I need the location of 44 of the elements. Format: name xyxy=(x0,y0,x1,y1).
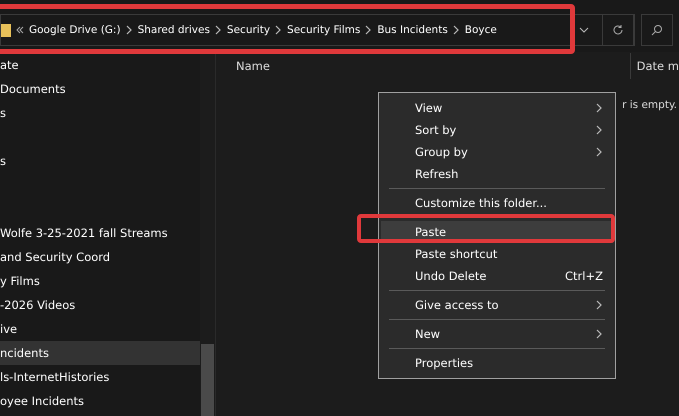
breadcrumb-item[interactable]: Security Films xyxy=(287,24,360,36)
column-header[interactable]: Name xyxy=(236,59,270,73)
menu-item[interactable]: Properties xyxy=(381,352,613,374)
breadcrumb-item[interactable]: Boyce xyxy=(464,24,497,36)
breadcrumb-chevron-icon xyxy=(452,25,460,35)
empty-folder-message: r is empty. xyxy=(622,99,677,111)
search-icon xyxy=(651,24,663,36)
menu-item[interactable]: Group by xyxy=(381,141,613,163)
search-button[interactable] xyxy=(641,14,673,46)
breadcrumb-item[interactable]: Shared drives xyxy=(138,24,210,36)
breadcrumb-chevron-icon xyxy=(214,25,222,35)
overflow-chevrons-icon xyxy=(16,26,24,34)
sidebar-item[interactable]: Wolfe 3-25-2021 fall Streams xyxy=(0,221,200,245)
sidebar-item[interactable]: s xyxy=(0,101,200,125)
breadcrumb-chevron-icon xyxy=(365,25,372,35)
sidebar-item[interactable]: ate xyxy=(0,53,200,77)
refresh-button[interactable] xyxy=(602,14,634,46)
menu-item[interactable]: Paste shortcut xyxy=(381,243,613,265)
folder-icon xyxy=(1,22,11,38)
refresh-icon xyxy=(612,24,624,36)
breadcrumb-chevron-icon xyxy=(275,25,282,35)
menu-item[interactable]: View xyxy=(381,97,613,119)
menu-item[interactable]: Refresh xyxy=(381,163,613,185)
sidebar-item[interactable]: y Films xyxy=(0,269,200,293)
breadcrumb-item[interactable]: Security xyxy=(226,24,270,36)
menu-item[interactable]: Customize this folder... xyxy=(381,192,613,214)
sidebar-item[interactable]: s xyxy=(0,149,200,173)
menu-item[interactable]: New xyxy=(381,323,613,345)
sidebar-item[interactable]: Documents xyxy=(0,77,200,101)
address-bar[interactable]: Google Drive (G:) Shared drives Security Security Films Bus Incidents Boyce xyxy=(0,14,635,46)
sidebar-item[interactable]: ncidents xyxy=(0,341,200,365)
breadcrumb-item[interactable]: Google Drive (G:) xyxy=(29,24,121,36)
sidebar-item[interactable]: ive xyxy=(0,317,200,341)
menu-item[interactable]: Sort by xyxy=(381,119,613,141)
sidebar-item[interactable]: -2026 Videos xyxy=(0,293,200,317)
sidebar-item[interactable]: and Security Coord xyxy=(0,245,200,269)
menu-item[interactable]: Give access to xyxy=(381,294,613,316)
dropdown-chevron-icon[interactable] xyxy=(579,27,589,33)
breadcrumb-item[interactable]: Bus Incidents xyxy=(377,24,448,36)
breadcrumb-chevron-icon xyxy=(126,25,133,35)
column-header[interactable]: Date m xyxy=(636,59,679,73)
menu-item[interactable]: Undo Delete Ctrl+Z xyxy=(381,265,613,287)
sidebar-item[interactable]: ls-InternetHistories xyxy=(0,365,200,389)
sidebar-item[interactable]: oyee Incidents xyxy=(0,389,200,413)
